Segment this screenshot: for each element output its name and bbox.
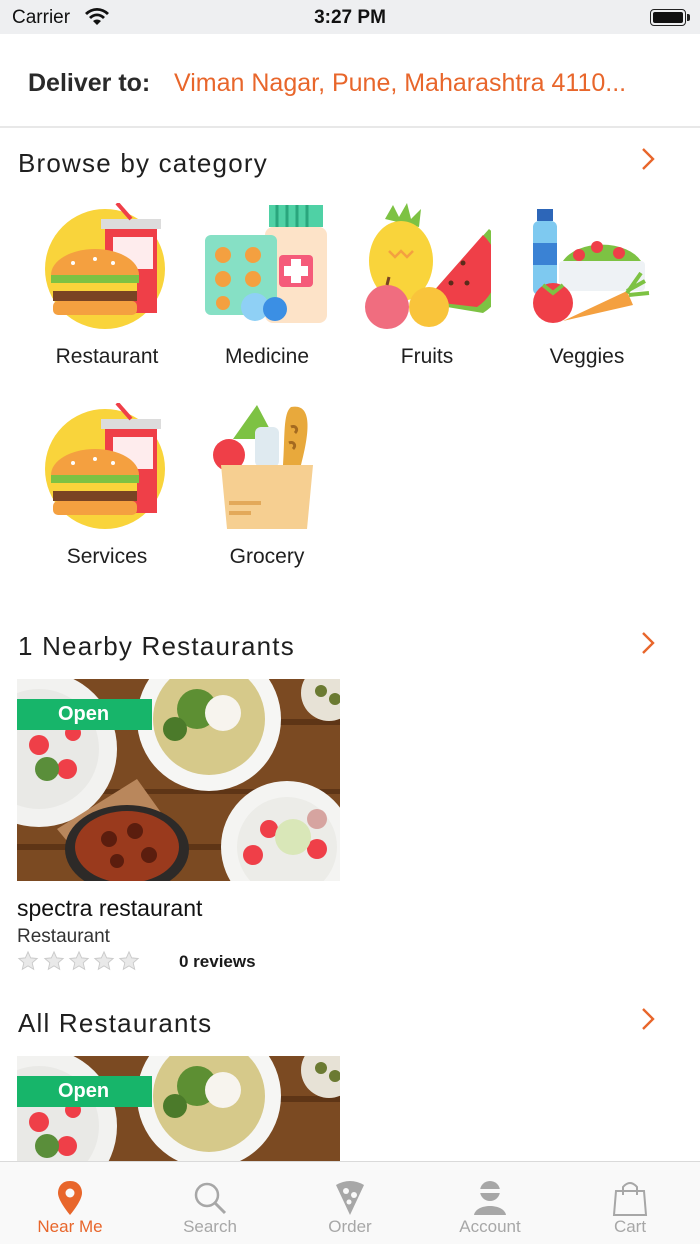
category-veggies[interactable]: Veggies [507,203,667,383]
status-bar: Carrier 3:27 PM [0,0,700,34]
tab-cart[interactable]: Cart [560,1162,700,1244]
category-grocery[interactable]: Grocery [187,403,347,583]
tab-bar: Near Me Search Order Account Cart [0,1161,700,1244]
star-icon [17,950,39,971]
tab-label: Account [459,1217,521,1236]
tab-near-me[interactable]: Near Me [0,1162,140,1244]
star-icon [68,950,90,971]
nearby-more-chevron-icon[interactable] [638,630,658,656]
category-label: Veggies [549,345,625,368]
open-status-badge: Open [17,699,152,730]
star-icon [118,950,140,971]
tab-label: Order [328,1217,372,1236]
tab-search[interactable]: Search [140,1162,280,1244]
browse-category-more-chevron-icon[interactable] [638,146,658,172]
restaurant-category: Restaurant [17,926,110,947]
pizza-slice-icon [336,1181,364,1215]
category-label: Fruits [400,345,454,368]
restaurant-card[interactable]: Open spectra restaurant Restaurant 0 rev… [17,679,340,976]
deliver-label: Deliver to: [28,69,151,97]
veggies-icon [523,203,651,331]
burger-drink-icon [43,401,171,531]
clock: 3:27 PM [314,7,386,28]
user-icon [474,1181,506,1215]
browse-category-title: Browse by category [18,148,268,178]
category-restaurant[interactable]: Restaurant [27,201,187,383]
all-restaurants-more-chevron-icon[interactable] [638,1006,658,1032]
search-icon [194,1182,227,1215]
star-icon [93,950,115,971]
category-fruits[interactable]: Fruits [347,203,508,383]
star-icon [43,950,65,971]
grocery-bag-icon [203,403,331,531]
restaurant-card[interactable]: Open [17,1056,340,1161]
tab-order[interactable]: Order [280,1162,420,1244]
nearby-restaurants-title: 1 Nearby Restaurants [18,631,295,661]
rating-row: 0 reviews [17,950,340,976]
battery-icon [650,9,686,26]
fruits-icon [363,203,508,331]
review-count: 0 reviews [179,952,256,971]
medicine-icon [203,203,331,331]
category-label: Services [66,545,148,568]
burger-drink-icon [43,201,171,331]
restaurant-photo: Open [17,1056,340,1161]
open-status-badge: Open [17,1076,152,1107]
restaurant-name[interactable]: spectra restaurant [17,895,340,922]
location-pin-icon [58,1181,82,1215]
delivery-address[interactable]: Viman Nagar, Pune, Maharashtra 4110... [174,69,674,98]
all-restaurants-title: All Restaurants [18,1008,213,1038]
deliver-header[interactable]: Deliver to: Viman Nagar, Pune, Maharasht… [0,34,700,128]
tab-account[interactable]: Account [420,1162,560,1244]
restaurant-photo: Open [17,679,340,881]
category-medicine[interactable]: Medicine [187,203,347,383]
category-label: Restaurant [55,345,159,368]
tab-label: Search [183,1217,237,1236]
shopping-bag-icon [612,1182,648,1216]
tab-label: Cart [613,1217,647,1236]
tab-label: Near Me [37,1217,103,1236]
category-label: Medicine [224,345,310,368]
category-label: Grocery [229,545,305,568]
category-services[interactable]: Services [27,401,187,583]
